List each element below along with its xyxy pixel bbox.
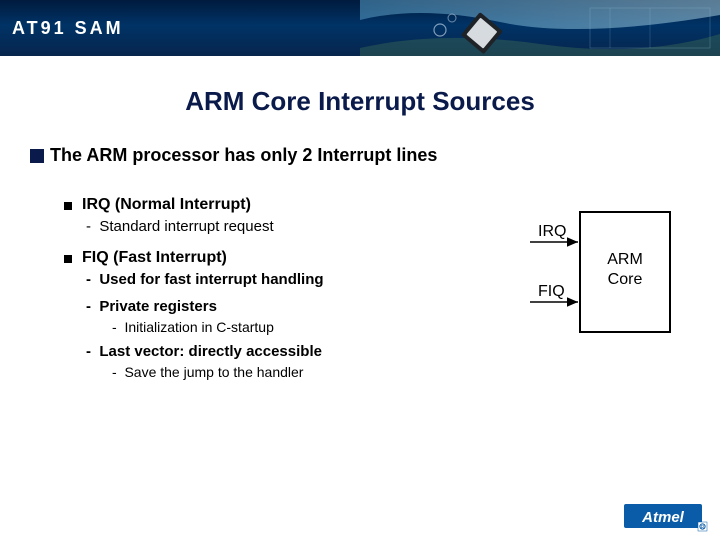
slide-title: ARM Core Interrupt Sources — [0, 86, 720, 117]
dash-text: Private registers — [99, 298, 217, 315]
small-square-bullet-icon — [64, 202, 72, 210]
main-bullet-text: The ARM processor has only 2 Interrupt l… — [50, 145, 437, 166]
dash-line: - Standard interrupt request — [86, 218, 490, 235]
svg-text:Atmel: Atmel — [641, 509, 685, 526]
dash-text: Last vector: directly accessible — [99, 343, 322, 360]
list-item: IRQ (Normal Interrupt) — [64, 196, 490, 214]
dash-line: - Used for fast interrupt handling — [86, 271, 490, 288]
signal-label-fiq: FIQ — [538, 283, 565, 300]
arm-core-diagram: ARM Core IRQ FIQ — [490, 192, 690, 352]
item-title: IRQ (Normal Interrupt) — [82, 196, 251, 214]
atmel-logo-icon: Atmel R — [624, 502, 708, 532]
dash-sub-text: Save the jump to the handler — [124, 364, 303, 380]
dash-sub-line: - Save the jump to the handler — [112, 364, 490, 380]
header-band: AT91 SAM — [0, 0, 720, 56]
small-square-bullet-icon — [64, 255, 72, 263]
dash-sub-text: Initialization in C-startup — [124, 319, 273, 335]
dash-text: Used for fast interrupt handling — [99, 271, 323, 288]
dash-text: Standard interrupt request — [99, 218, 273, 235]
dash-line: - Private registers — [86, 298, 490, 315]
item-title: FIQ (Fast Interrupt) — [82, 249, 227, 267]
list-item: FIQ (Fast Interrupt) — [64, 249, 490, 267]
dash-sub-line: - Initialization in C-startup — [112, 319, 490, 335]
dash-line: - Last vector: directly accessible — [86, 343, 490, 360]
brand-text: AT91 SAM — [12, 18, 124, 39]
content-area: The ARM processor has only 2 Interrupt l… — [0, 117, 720, 380]
sub-list: IRQ (Normal Interrupt) - Standard interr… — [64, 196, 490, 380]
box-label-line2: Core — [608, 271, 643, 288]
main-bullet: The ARM processor has only 2 Interrupt l… — [30, 145, 690, 166]
signal-label-irq: IRQ — [538, 223, 566, 240]
box-label-line1: ARM — [607, 251, 643, 268]
square-bullet-icon — [30, 149, 44, 163]
svg-text:R: R — [701, 525, 705, 531]
header-art-icon — [360, 0, 720, 56]
